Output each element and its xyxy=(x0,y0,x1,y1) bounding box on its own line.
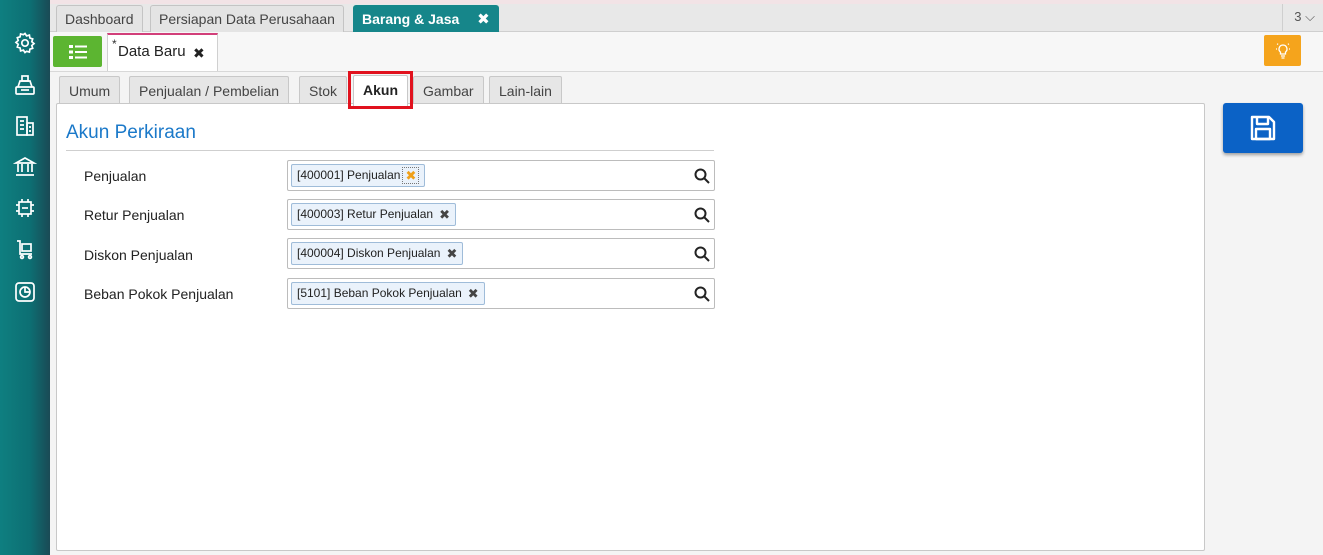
cash-register-icon[interactable] xyxy=(12,72,38,98)
tab-label: Dashboard xyxy=(65,11,134,27)
search-icon[interactable] xyxy=(693,167,711,185)
document-tab-label: Data Baru xyxy=(118,43,186,60)
selected-account-chip: [400004] Diskon Penjualan ✖ xyxy=(291,242,464,265)
section-title: Akun Perkiraan xyxy=(66,122,196,143)
list-icon xyxy=(68,44,87,59)
search-icon[interactable] xyxy=(693,285,711,303)
field-label-diskon-penjualan: Diskon Penjualan xyxy=(84,247,193,263)
report-chart-icon[interactable] xyxy=(12,279,38,305)
main-area: Dashboard Persiapan Data Perusahaan Bara… xyxy=(50,4,1323,555)
highlight-box xyxy=(348,71,413,109)
tab-barang-jasa[interactable]: Barang & Jasa ✖ xyxy=(353,5,499,32)
field-label-beban-pokok-penjualan: Beban Pokok Penjualan xyxy=(84,286,234,302)
chip-label: [5101] Beban Pokok Penjualan xyxy=(297,286,462,300)
tab-gambar[interactable]: Gambar xyxy=(413,76,484,105)
save-button[interactable] xyxy=(1223,103,1303,153)
document-tab[interactable]: * Data Baru ✖ xyxy=(107,33,218,71)
selected-account-chip: [400003] Retur Penjualan ✖ xyxy=(291,203,457,226)
tab-dashboard[interactable]: Dashboard xyxy=(56,5,143,32)
close-icon[interactable]: ✖ xyxy=(193,45,205,62)
remove-icon[interactable]: ✖ xyxy=(402,167,420,184)
sidebar xyxy=(0,0,50,555)
tab-umum[interactable]: Umum xyxy=(59,76,121,105)
account-field-penjualan[interactable]: [400001] Penjualan ✖ xyxy=(287,160,715,191)
account-field-beban-pokok-penjualan[interactable]: [5101] Beban Pokok Penjualan ✖ xyxy=(287,278,715,309)
menu-button[interactable] xyxy=(53,36,102,67)
selected-account-chip: [5101] Beban Pokok Penjualan ✖ xyxy=(291,282,485,305)
document-bar: * Data Baru ✖ xyxy=(50,32,1323,72)
account-field-retur-penjualan[interactable]: [400003] Retur Penjualan ✖ xyxy=(287,199,715,230)
chip-label: [400003] Retur Penjualan xyxy=(297,207,434,221)
search-icon[interactable] xyxy=(693,245,711,263)
tab-stok[interactable]: Stok xyxy=(299,76,348,105)
remove-icon[interactable]: ✖ xyxy=(446,243,457,264)
building-icon[interactable] xyxy=(12,113,38,139)
divider xyxy=(66,150,714,151)
gear-icon[interactable] xyxy=(12,30,38,56)
account-field-diskon-penjualan[interactable]: [400004] Diskon Penjualan ✖ xyxy=(287,238,715,269)
save-icon xyxy=(1250,115,1276,141)
lightbulb-button[interactable] xyxy=(1264,35,1301,66)
bank-icon[interactable] xyxy=(12,153,38,179)
tab-persiapan-data-perusahaan[interactable]: Persiapan Data Perusahaan xyxy=(150,5,344,32)
tab-lain-lain[interactable]: Lain-lain xyxy=(489,76,562,105)
cart-icon[interactable] xyxy=(12,236,38,262)
transfer-icon[interactable] xyxy=(12,195,38,221)
chip-label: [400004] Diskon Penjualan xyxy=(297,246,441,260)
tab-label: Persiapan Data Perusahaan xyxy=(159,11,335,27)
divider xyxy=(1282,4,1283,32)
content-panel: Akun Perkiraan Penjualan [400001] Penjua… xyxy=(56,103,1205,551)
top-tab-bar: Dashboard Persiapan Data Perusahaan Bara… xyxy=(50,4,1323,32)
remove-icon[interactable]: ✖ xyxy=(439,204,450,225)
chip-label: [400001] Penjualan xyxy=(297,168,401,182)
tab-count-dropdown[interactable]: 3 ⌵ xyxy=(1294,9,1315,25)
modified-marker: * xyxy=(112,37,117,51)
tab-penjualan-pembelian[interactable]: Penjualan / Pembelian xyxy=(129,76,290,105)
remove-icon[interactable]: ✖ xyxy=(468,283,479,304)
field-label-retur-penjualan: Retur Penjualan xyxy=(84,207,185,223)
search-icon[interactable] xyxy=(693,206,711,224)
selected-account-chip: [400001] Penjualan ✖ xyxy=(291,164,426,187)
field-label-penjualan: Penjualan xyxy=(84,168,147,184)
lightbulb-icon xyxy=(1275,42,1290,59)
tab-label: Barang & Jasa xyxy=(362,11,460,27)
close-icon[interactable]: ✖ xyxy=(477,11,490,28)
